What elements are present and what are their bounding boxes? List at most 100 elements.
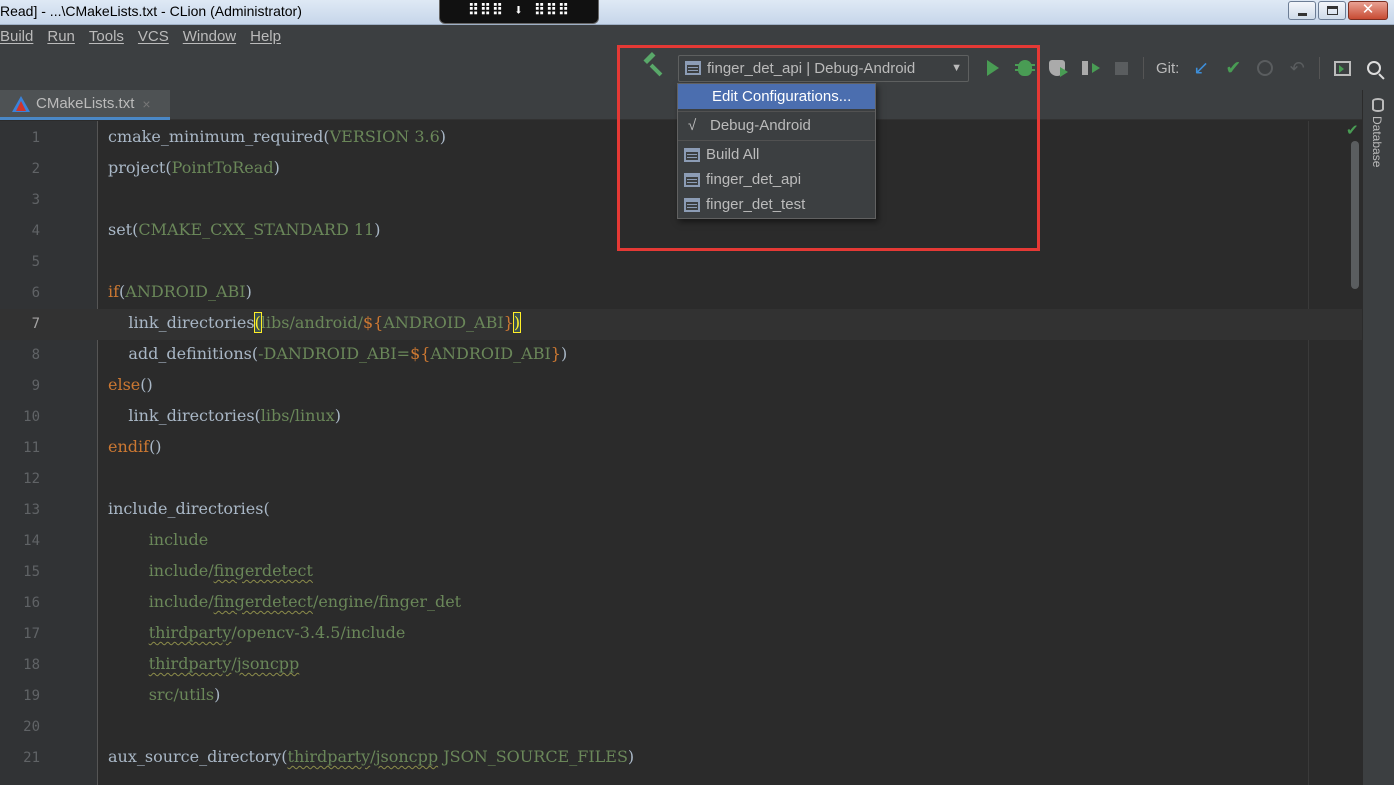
line-number: 11 (23, 440, 40, 456)
debug-button[interactable] (1009, 54, 1041, 82)
run-icon (987, 60, 999, 76)
cmake-config-icon (685, 61, 701, 75)
target-item-build-all[interactable]: Build All (678, 142, 875, 167)
git-revert-button[interactable]: ↶ (1281, 54, 1313, 82)
line-number: 4 (31, 223, 40, 239)
code-line[interactable]: 13 include_directories( (0, 495, 1362, 526)
code-text: include (108, 530, 209, 549)
code-text: endif() (108, 437, 162, 456)
cmake-config-icon (684, 172, 700, 187)
code-text: set(CMAKE_CXX_STANDARD 11) (108, 220, 381, 239)
minimize-button[interactable] (1288, 1, 1316, 20)
coverage-icon (1049, 60, 1068, 77)
build-button[interactable] (640, 54, 672, 82)
coverage-button[interactable] (1041, 54, 1073, 82)
code-text: add_definitions(-DANDROID_ABI=${ANDROID_… (108, 344, 568, 363)
code-text: include_directories( (108, 499, 270, 518)
item-label: finger_det_test (706, 196, 806, 213)
database-icon[interactable] (1372, 98, 1384, 112)
main-toolbar: finger_det_api | Debug-Android ▼ Git: ↙ … (640, 54, 1390, 82)
line-number: 2 (31, 161, 40, 177)
menu-build[interactable]: Build (0, 28, 33, 45)
code-text: link_directories(libs/android/${ANDROID_… (108, 312, 522, 333)
git-history-button[interactable] (1249, 54, 1281, 82)
download-widget[interactable]: ⠿⠿⠿ ⬇ ⠿⠿⠿ (439, 0, 599, 24)
line-number: 10 (23, 409, 40, 425)
line-number: 18 (23, 657, 40, 673)
run-config-dropdown: Edit Configurations... √ Debug-Android B… (677, 83, 876, 219)
code-line[interactable]: 19 src/utils) (0, 681, 1362, 712)
profiler-icon (1082, 61, 1100, 75)
git-update-icon: ↙ (1193, 57, 1210, 79)
code-line[interactable]: 20 (0, 712, 1362, 743)
edit-configurations-item[interactable]: Edit Configurations... (678, 84, 875, 109)
code-line[interactable]: 18 thirdparty/jsoncpp (0, 650, 1362, 681)
maximize-button[interactable] (1318, 1, 1346, 20)
menu-help[interactable]: Help (250, 28, 281, 45)
stop-button[interactable] (1105, 54, 1137, 82)
cmake-config-icon (684, 197, 700, 212)
tab-cmakelists[interactable]: CMakeLists.txt × (0, 90, 170, 120)
profiler-button[interactable] (1073, 54, 1105, 82)
profile-item-debug-android[interactable]: √ Debug-Android (678, 113, 875, 138)
code-text: link_directories(libs/linux) (108, 406, 341, 425)
title-bar: Read] - ...\CMakeLists.txt - CLion (Admi… (0, 0, 1394, 25)
code-editor[interactable]: ✔ 1 cmake_minimum_required(VERSION 3.6) … (0, 121, 1362, 785)
code-line[interactable]: 12 (0, 464, 1362, 495)
toolbar-separator (1143, 57, 1144, 79)
tab-close-icon[interactable]: × (142, 96, 150, 112)
line-number: 14 (23, 533, 40, 549)
run-button[interactable] (977, 54, 1009, 82)
code-text: include/fingerdetect/engine/finger_det (108, 592, 462, 611)
code-line[interactable]: 11 endif() (0, 433, 1362, 464)
code-line[interactable]: 16 include/fingerdetect/engine/finger_de… (0, 588, 1362, 619)
tab-label: CMakeLists.txt (36, 95, 135, 112)
item-label: finger_det_api (706, 171, 802, 188)
main-menu: Build Run Tools VCS Window Help (0, 28, 295, 45)
code-text: else() (108, 375, 153, 394)
code-line[interactable]: 14 include (0, 526, 1362, 557)
code-line[interactable]: 21 aux_source_directory(thirdparty/jsonc… (0, 743, 1362, 774)
current-code-line[interactable]: 7 link_directories(libs/android/${ANDROI… (0, 309, 1362, 340)
target-item-finger-det-api[interactable]: finger_det_api (678, 167, 875, 192)
code-text: cmake_minimum_required(VERSION 3.6) (108, 127, 447, 146)
code-text: aux_source_directory(thirdparty/jsoncpp … (108, 747, 635, 766)
git-commit-button[interactable]: ✔ (1217, 54, 1249, 82)
run-config-selector[interactable]: finger_det_api | Debug-Android ▼ (678, 54, 969, 82)
code-line[interactable]: 8 add_definitions(-DANDROID_ABI=${ANDROI… (0, 340, 1362, 371)
window-controls: ✕ (1286, 1, 1388, 20)
menu-tools[interactable]: Tools (89, 28, 124, 45)
menu-window[interactable]: Window (183, 28, 236, 45)
code-line[interactable]: 6 if(ANDROID_ABI) (0, 278, 1362, 309)
search-everywhere-button[interactable] (1358, 54, 1390, 82)
line-number: 3 (31, 192, 40, 208)
minimize-icon (1298, 13, 1307, 16)
database-tool-button[interactable]: Database (1370, 116, 1384, 167)
line-number: 9 (31, 378, 40, 394)
code-line[interactable]: 5 (0, 247, 1362, 278)
line-number: 5 (31, 254, 40, 270)
popup-separator (678, 140, 875, 141)
item-label: Debug-Android (710, 117, 811, 134)
debug-icon (1015, 60, 1035, 76)
menu-run[interactable]: Run (47, 28, 75, 45)
code-line[interactable]: 10 link_directories(libs/linux) (0, 402, 1362, 433)
line-number: 1 (31, 130, 40, 146)
git-update-button[interactable]: ↙ (1185, 54, 1217, 82)
code-text: include/fingerdetect (108, 561, 313, 580)
code-line[interactable]: 15 include/fingerdetect (0, 557, 1362, 588)
menu-vcs[interactable]: VCS (138, 28, 169, 45)
line-number: 13 (23, 502, 40, 518)
right-tool-strip: Database (1362, 90, 1394, 785)
code-line[interactable]: 17 thirdparty/opencv-3.4.5/include (0, 619, 1362, 650)
git-commit-icon: ✔ (1225, 57, 1242, 79)
search-icon (1367, 61, 1382, 75)
target-item-finger-det-test[interactable]: finger_det_test (678, 192, 875, 217)
popup-separator (678, 111, 875, 112)
code-line[interactable]: 9 else() (0, 371, 1362, 402)
close-button[interactable]: ✕ (1348, 1, 1388, 20)
stop-icon (1114, 61, 1128, 75)
code-line[interactable]: 4 set(CMAKE_CXX_STANDARD 11) (0, 216, 1362, 247)
code-text: if(ANDROID_ABI) (108, 282, 252, 301)
terminal-button[interactable] (1326, 54, 1358, 82)
